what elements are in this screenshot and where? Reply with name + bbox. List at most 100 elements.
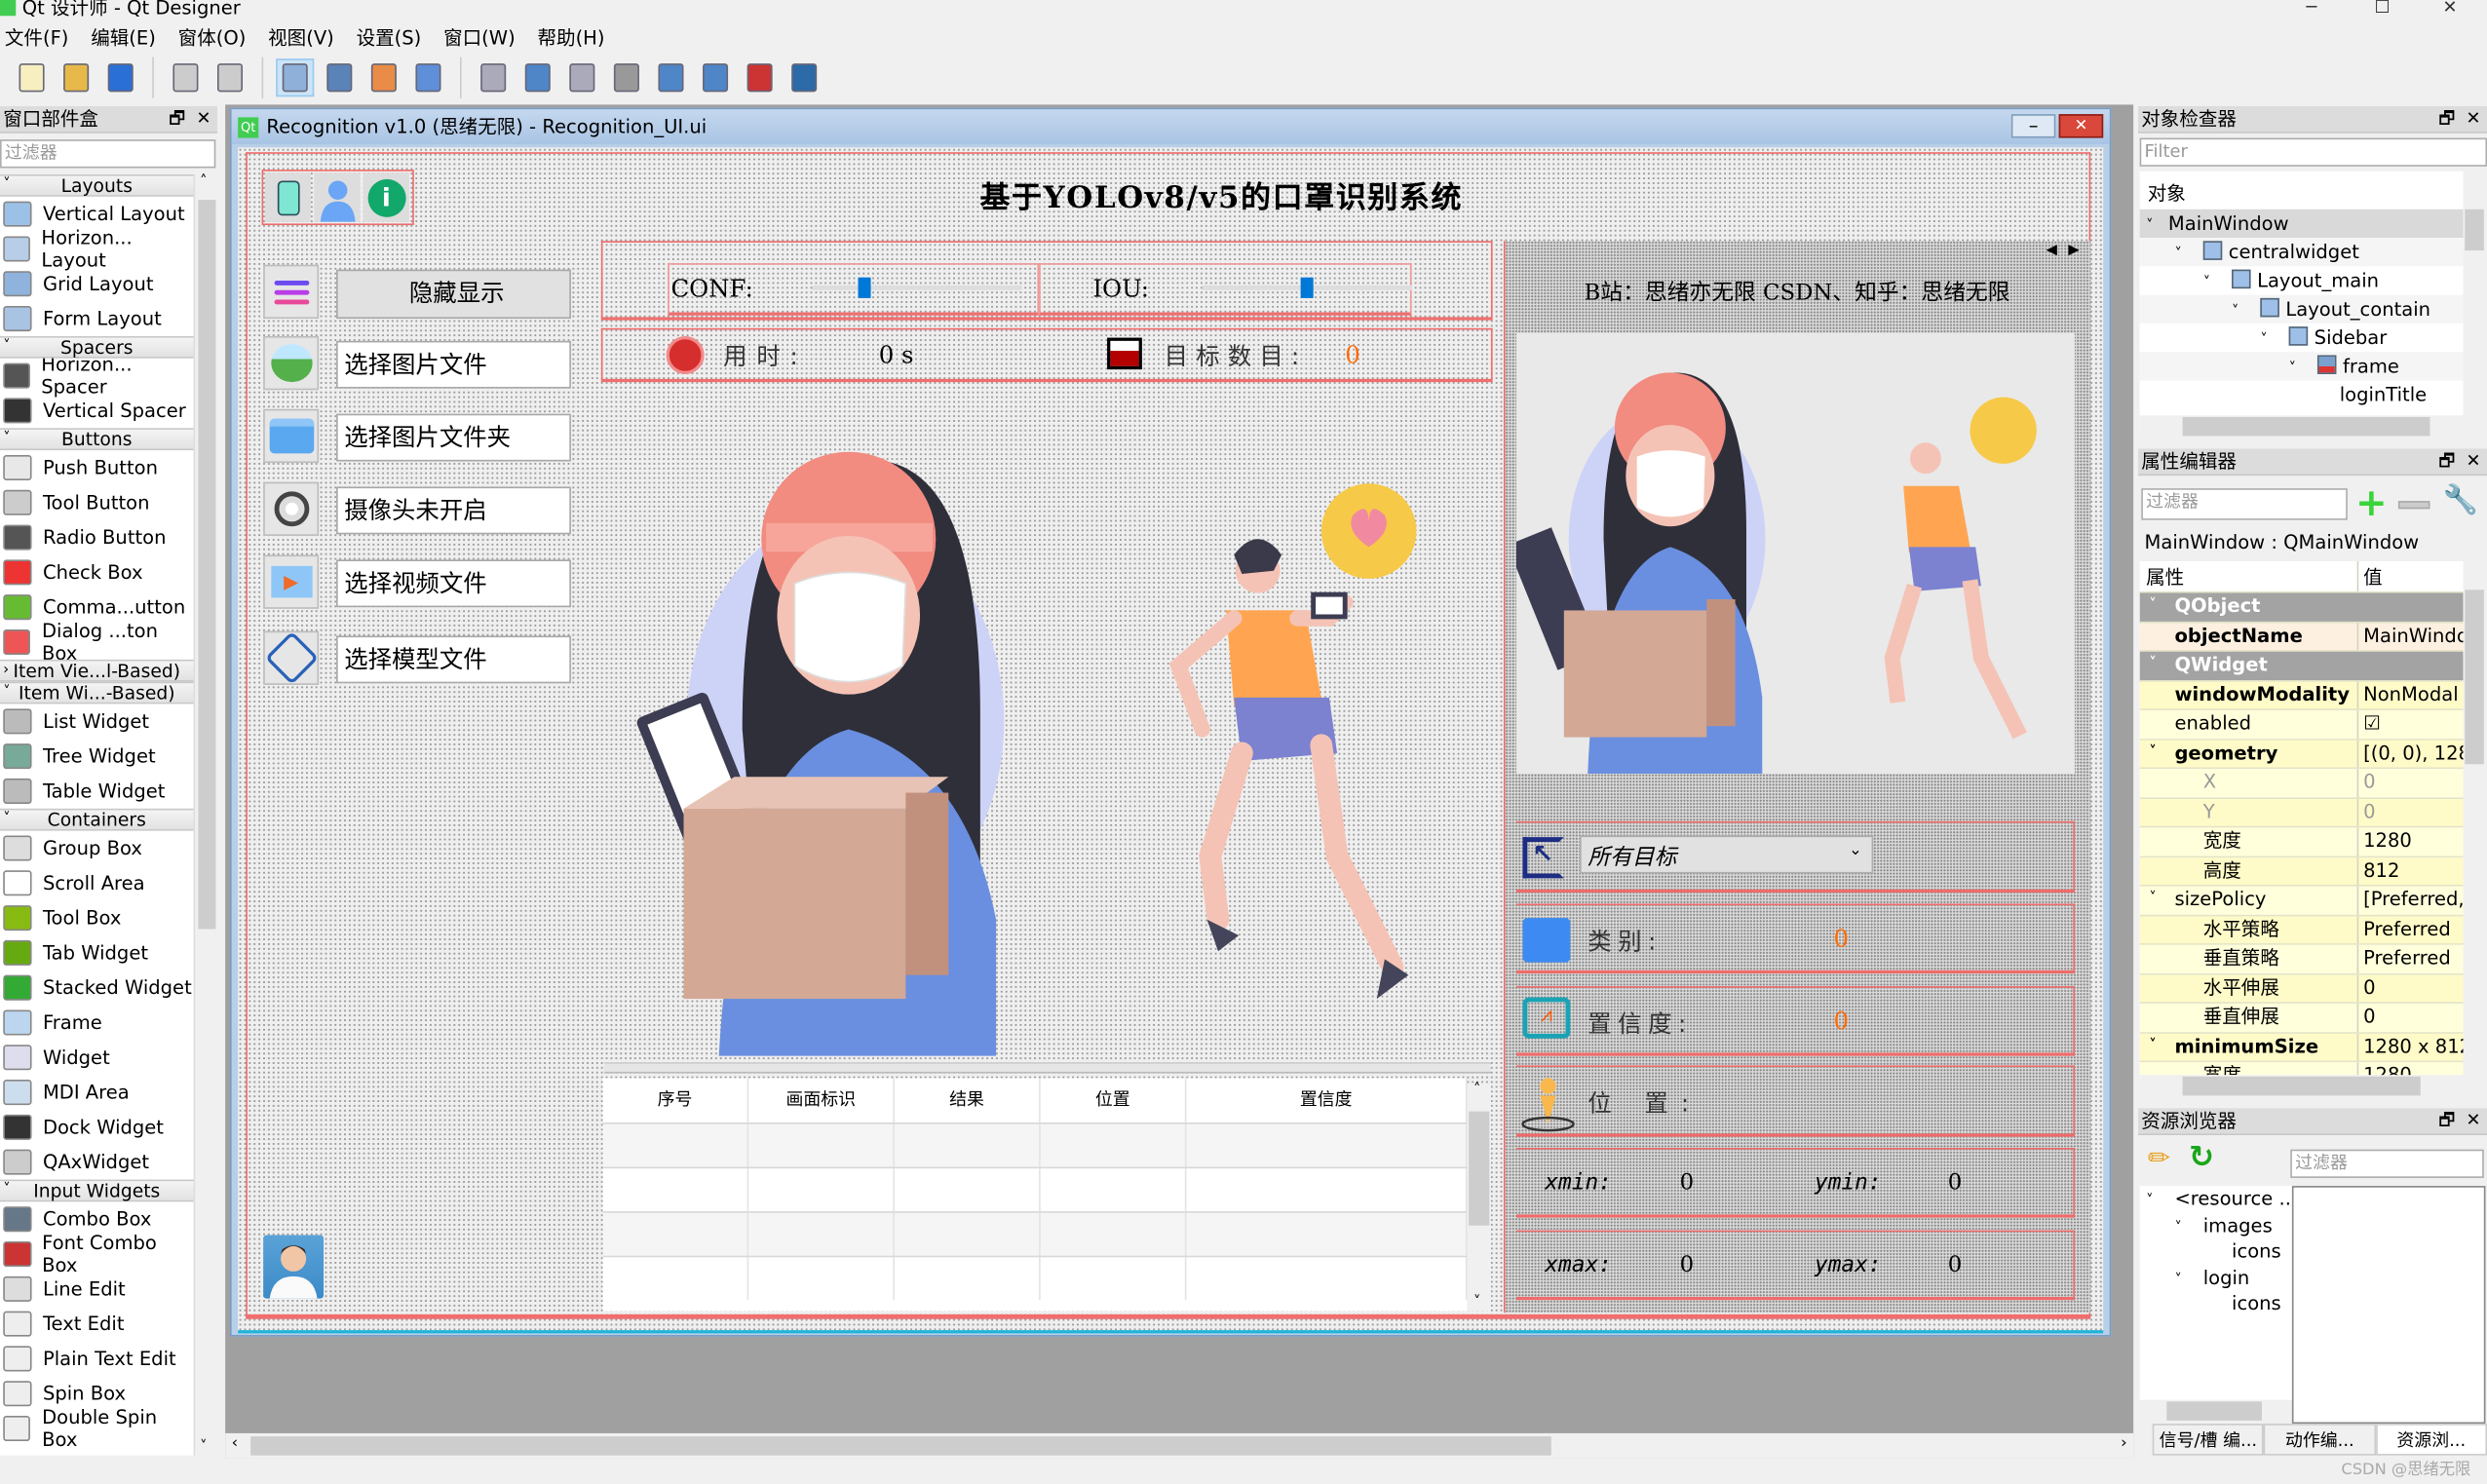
property-filter-input[interactable]: 过滤器 [2141, 488, 2348, 520]
property-row[interactable]: ˅ QWidget [2139, 651, 2464, 681]
paste-button[interactable] [210, 58, 249, 96]
property-row[interactable]: Y0 [2139, 798, 2464, 828]
widget-item-scroll-area[interactable]: Scroll Area [0, 865, 194, 901]
property-value[interactable]: MainWindo [2358, 623, 2464, 650]
sidebar-icon-button-1[interactable] [263, 335, 320, 391]
property-row[interactable]: 宽度 1280 [2139, 827, 2464, 857]
property-row[interactable]: enabled ☑ [2139, 709, 2464, 741]
table-column-header[interactable]: 位置 [1041, 1078, 1187, 1123]
form-minimize-button[interactable]: – [2010, 114, 2056, 138]
widget-item-frame[interactable]: Frame [0, 1005, 194, 1041]
widget-item-qaxwidget[interactable]: QAxWidget [0, 1144, 194, 1180]
property-row[interactable]: X0 [2139, 769, 2464, 799]
property-value[interactable]: [Preferred, I [2358, 887, 2464, 914]
layout-vertical-button[interactable] [518, 58, 556, 96]
widget-item-dialog-ton-box[interactable]: Dialog ...ton Box [0, 620, 194, 665]
sidebar-button-5[interactable]: 选择模型文件 [336, 635, 571, 684]
save-button[interactable] [101, 58, 139, 96]
property-scrollbar[interactable] [2463, 560, 2486, 1077]
property-row[interactable]: windowModality NonModal [2139, 680, 2464, 710]
property-row[interactable]: 水平伸展 0 [2139, 973, 2464, 1004]
table-cell[interactable] [1041, 1168, 1187, 1212]
close-button[interactable]: ✕ [2443, 0, 2458, 16]
property-row[interactable]: 垂直伸展 0 [2139, 1003, 2464, 1034]
table-column-header[interactable]: 画面标识 [748, 1078, 895, 1123]
table-cell[interactable] [1186, 1168, 1468, 1212]
table-row[interactable] [602, 1166, 1468, 1212]
object-tree-item[interactable]: loginTitle [2139, 380, 2464, 409]
property-value[interactable]: 0 [2358, 1004, 2463, 1031]
layout-form-button[interactable] [697, 58, 735, 96]
resource-filter-input[interactable]: 过滤器 [2290, 1149, 2484, 1178]
sidebar-button-1[interactable]: 选择图片文件 [336, 340, 571, 389]
sidebar-icon-button-5[interactable] [263, 630, 320, 685]
table-scrollbar[interactable]: ˄ ˅ [1467, 1083, 1491, 1312]
table-cell[interactable] [602, 1123, 749, 1167]
object-tree-scrollbar[interactable] [2463, 171, 2486, 417]
widget-item-tab-widget[interactable]: Tab Widget [0, 934, 194, 970]
table-cell[interactable] [1041, 1123, 1187, 1167]
widget-item-vertical-spacer[interactable]: Vertical Spacer [0, 393, 194, 429]
property-value[interactable]: Preferred [2358, 916, 2463, 943]
chevron-down-icon[interactable]: ˅ [2149, 887, 2156, 914]
widget-item-form-layout[interactable]: Form Layout [0, 301, 194, 336]
table-cell[interactable] [748, 1257, 895, 1301]
splitter-handle[interactable] [604, 1062, 1491, 1074]
object-tree-item[interactable]: ˅ frame [2139, 352, 2464, 381]
menu-item-4[interactable]: 设置(S) [357, 23, 422, 51]
table-column-header[interactable]: 序号 [602, 1078, 749, 1123]
edit-tab-order-button[interactable] [409, 58, 447, 96]
object-tree-item[interactable]: ˅ Layout_main [2139, 266, 2464, 295]
carousel-prev-icon[interactable]: ◀ [2047, 243, 2057, 258]
property-value[interactable]: Preferred [2358, 945, 2463, 972]
chevron-down-icon[interactable]: ˅ [2174, 241, 2197, 269]
sidebar-button-2[interactable]: 选择图片文件夹 [336, 413, 571, 462]
copy-button[interactable] [167, 58, 205, 96]
dock-tab-2[interactable]: 资源浏... [2375, 1424, 2487, 1456]
table-cell[interactable] [895, 1123, 1041, 1167]
chevron-down-icon[interactable]: ˅ [2174, 1215, 2202, 1240]
widget-item-check-box[interactable]: Check Box [0, 554, 194, 590]
widget-item-tool-button[interactable]: Tool Button [0, 484, 194, 520]
object-tree-item[interactable]: ˅ MainWindow [2139, 209, 2464, 239]
layout-v-splitter-button[interactable] [607, 58, 645, 96]
form-close-button[interactable]: ✕ [2058, 114, 2104, 138]
table-cell[interactable] [748, 1168, 895, 1212]
carousel-next-icon[interactable]: ▶ [2068, 243, 2079, 258]
menu-item-1[interactable]: 编辑(E) [91, 23, 156, 51]
table-cell[interactable] [895, 1257, 1041, 1301]
property-row[interactable]: ˅ sizePolicy [Preferred, I [2139, 886, 2464, 916]
table-cell[interactable] [602, 1212, 749, 1256]
widget-item-radio-button[interactable]: Radio Button [0, 519, 194, 555]
reload-icon[interactable]: ↻ [2189, 1140, 2214, 1175]
table-cell[interactable] [895, 1212, 1041, 1256]
table-cell[interactable] [1041, 1212, 1187, 1256]
table-row[interactable] [602, 1211, 1468, 1256]
chevron-down-icon[interactable]: ˅ [2149, 593, 2156, 621]
widget-item-horizon-spacer[interactable]: Horizon... Spacer [0, 354, 194, 398]
widget-item-dock-widget[interactable]: Dock Widget [0, 1109, 194, 1145]
widget-item-plain-text-edit[interactable]: Plain Text Edit [0, 1341, 194, 1377]
table-row[interactable] [602, 1122, 1468, 1167]
chevron-down-icon[interactable]: ˅ [2260, 326, 2282, 355]
new-file-button[interactable] [13, 58, 51, 96]
conf-slider[interactable] [812, 277, 1022, 298]
info-icon[interactable]: i [363, 172, 409, 222]
layout-horizontal-button[interactable] [475, 58, 513, 96]
property-row[interactable]: 高度 812 [2139, 856, 2464, 887]
target-combo-box[interactable]: 所有目标 ⌄ [1580, 835, 1874, 874]
property-value[interactable]: 0 [2358, 769, 2463, 796]
widget-item-list-widget[interactable]: List Widget [0, 704, 194, 740]
widget-box-filter[interactable]: 过滤器 [0, 139, 216, 169]
table-cell[interactable] [1186, 1123, 1468, 1167]
dock-controls[interactable]: 🗗 ✕ [2438, 448, 2480, 474]
user-icon[interactable] [314, 172, 361, 222]
layout-grid-button[interactable] [652, 58, 690, 96]
widget-list-scrollbar[interactable]: ˄ ˅ [193, 173, 217, 1456]
table-cell[interactable] [602, 1168, 749, 1212]
minimize-button[interactable]: ─ [2307, 0, 2317, 16]
table-cell[interactable] [1186, 1257, 1468, 1301]
menu-item-0[interactable]: 文件(F) [5, 23, 69, 51]
dock-tab-1[interactable]: 动作编... [2264, 1424, 2376, 1456]
widget-section-layouts[interactable]: ˅ Layouts [0, 173, 194, 197]
